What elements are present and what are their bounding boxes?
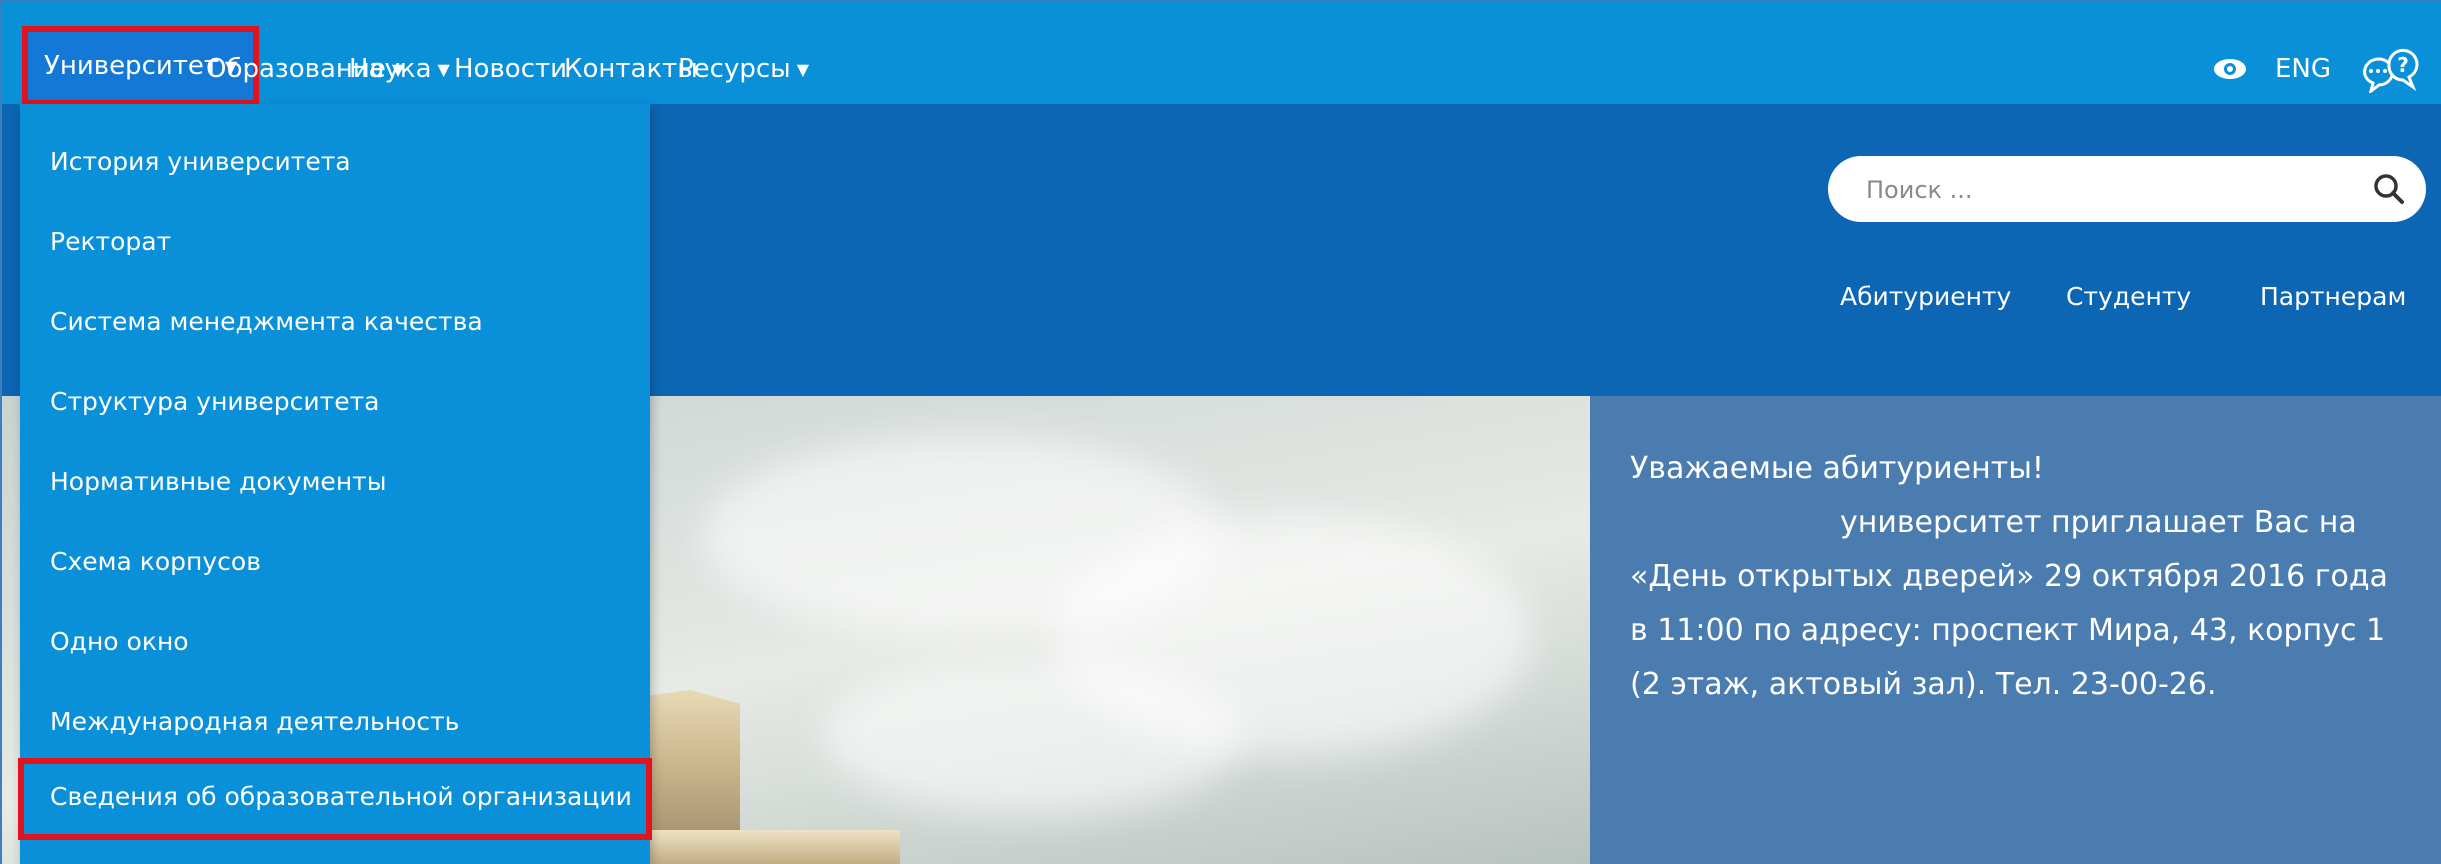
- search-icon[interactable]: [2370, 170, 2408, 208]
- announcement-title: Уважаемые абитуриенты!: [1630, 451, 2044, 486]
- link-partners[interactable]: Партнерам: [2260, 282, 2406, 311]
- svg-text:?: ?: [2397, 53, 2409, 77]
- nav-item-resources[interactable]: Ресурсы ▼: [678, 26, 809, 112]
- menu-item-rectorate[interactable]: Ректорат: [20, 212, 650, 272]
- menu-item-quality-system[interactable]: Система менеджмента качества: [20, 292, 650, 352]
- nav-item-label: Университет: [44, 51, 220, 81]
- eye-icon[interactable]: [2213, 57, 2247, 81]
- search-input[interactable]: [1864, 156, 2328, 224]
- nav-item-science[interactable]: Наука ▼: [349, 26, 450, 112]
- link-students[interactable]: Студенту: [2066, 282, 2191, 311]
- menu-item-international[interactable]: Международная деятельность: [20, 692, 650, 752]
- menu-item-history[interactable]: История университета: [20, 132, 650, 192]
- nav-item-news[interactable]: Новости: [454, 26, 567, 112]
- announcement-panel: Уважаемые абитуриенты! университет пригл…: [1590, 396, 2441, 864]
- nav-item-label: Наука: [349, 54, 432, 84]
- chevron-down-icon: ▼: [437, 59, 450, 79]
- link-applicants[interactable]: Абитуриенту: [1840, 282, 2011, 311]
- top-nav-bar: Университет ▼ Образование ▼ Наука ▼ Новости…: [2, 2, 2441, 106]
- menu-item-org-info[interactable]: Сведения об образовательной организации: [18, 758, 652, 840]
- announcement-body: университет приглашает Вас на «День откр…: [1630, 505, 2388, 702]
- header-tools: ENG ?: [2213, 44, 2419, 95]
- search-box: [1828, 156, 2426, 224]
- nav-item-label: Ресурсы: [678, 54, 791, 84]
- menu-item-regulations[interactable]: Нормативные документы: [20, 452, 650, 512]
- help-chat-icon[interactable]: ?: [2359, 45, 2419, 95]
- menu-item-one-window[interactable]: Одно окно: [20, 612, 650, 672]
- nav-item-label: Новости: [454, 54, 568, 84]
- chevron-down-icon: ▼: [796, 59, 809, 79]
- university-dropdown-menu: История университета Ректорат Система ме…: [18, 104, 652, 864]
- language-switch[interactable]: ENG: [2275, 54, 2331, 84]
- menu-item-campus-map[interactable]: Схема корпусов: [20, 532, 650, 592]
- menu-item-structure[interactable]: Структура университета: [20, 372, 650, 432]
